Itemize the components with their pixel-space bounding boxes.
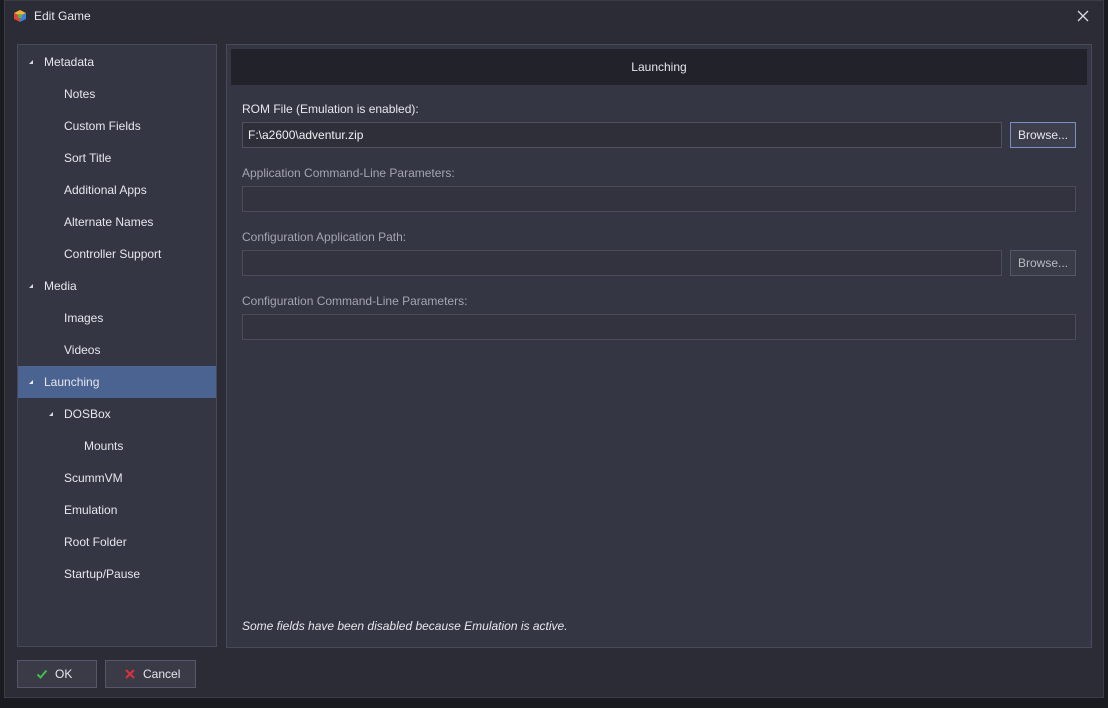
tree-item-label: Mounts — [84, 439, 124, 453]
tree-item-label: Root Folder — [64, 535, 127, 549]
tree-item-label: Custom Fields — [64, 119, 141, 133]
config-params-label: Configuration Command-Line Parameters: — [242, 294, 468, 308]
tree-item-label: Controller Support — [64, 247, 162, 261]
tree-item-notes[interactable]: Notes — [18, 78, 216, 110]
launching-panel: Launching ROM File (Emulation is enabled… — [226, 44, 1092, 648]
tree-item-label: Videos — [64, 343, 101, 357]
config-path-input[interactable] — [242, 250, 1002, 276]
cancel-button[interactable]: Cancel — [105, 660, 196, 688]
tree-item-dosbox[interactable]: DOSBox — [18, 398, 216, 430]
tree-item-label: Metadata — [44, 55, 95, 69]
rom-file-label: ROM File (Emulation is enabled): — [242, 102, 419, 116]
tree-item-label: Emulation — [64, 503, 118, 517]
tree-item-scummvm[interactable]: ScummVM — [18, 462, 216, 494]
expanded-triangle-icon[interactable] — [27, 58, 35, 66]
tree-item-root-folder[interactable]: Root Folder — [18, 526, 216, 558]
tree-item-videos[interactable]: Videos — [18, 334, 216, 366]
tree-item-emulation[interactable]: Emulation — [18, 494, 216, 526]
title-bar: Edit Game — [5, 1, 1103, 33]
config-path-label: Configuration Application Path: — [242, 230, 407, 244]
tree-item-label: Alternate Names — [64, 215, 154, 229]
emulation-note: Some fields have been disabled because E… — [242, 619, 568, 633]
tree-item-media[interactable]: Media — [18, 270, 216, 302]
close-icon — [1077, 10, 1089, 22]
cancel-x-icon — [125, 669, 135, 679]
tree-item-label: Media — [44, 279, 77, 293]
section-tree: Metadata Notes Custom Fields Sort Title … — [17, 44, 217, 647]
config-params-input[interactable] — [242, 314, 1076, 340]
ok-label: OK — [55, 667, 73, 681]
tree-item-label: Sort Title — [64, 151, 112, 165]
cancel-label: Cancel — [143, 667, 181, 681]
expanded-triangle-icon[interactable] — [47, 410, 55, 418]
tree-item-custom-fields[interactable]: Custom Fields — [18, 110, 216, 142]
tree-item-label: Additional Apps — [64, 183, 147, 197]
config-browse-button[interactable]: Browse... — [1010, 250, 1076, 276]
tree-item-additional-apps[interactable]: Additional Apps — [18, 174, 216, 206]
tree-item-metadata[interactable]: Metadata — [18, 46, 216, 78]
rom-file-input[interactable] — [242, 122, 1002, 148]
tree-item-controller-support[interactable]: Controller Support — [18, 238, 216, 270]
tree-item-label: Notes — [64, 87, 96, 101]
tree-item-sort-title[interactable]: Sort Title — [18, 142, 216, 174]
edit-game-dialog: Edit Game Metadata Notes Custom Fields S… — [4, 0, 1104, 698]
tree-item-startup-pause[interactable]: Startup/Pause — [18, 558, 216, 590]
rom-browse-button[interactable]: Browse... — [1010, 122, 1076, 148]
tree-item-alternate-names[interactable]: Alternate Names — [18, 206, 216, 238]
tree-item-images[interactable]: Images — [18, 302, 216, 334]
ok-button[interactable]: OK — [17, 660, 97, 688]
tree-item-label: Images — [64, 311, 104, 325]
tree-item-launching[interactable]: Launching — [18, 366, 216, 398]
window-title: Edit Game — [34, 9, 91, 23]
tree-item-label: Launching — [44, 375, 100, 389]
close-button[interactable] — [1075, 8, 1091, 24]
tree-item-label: Startup/Pause — [64, 567, 141, 581]
app-params-label: Application Command-Line Parameters: — [242, 166, 455, 180]
expanded-triangle-icon[interactable] — [27, 282, 35, 290]
app-params-input[interactable] — [242, 186, 1076, 212]
tree-item-mounts[interactable]: Mounts — [18, 430, 216, 462]
launchbox-cube-icon — [14, 10, 26, 22]
section-header: Launching — [231, 49, 1087, 85]
expanded-triangle-icon[interactable] — [27, 378, 35, 386]
tree-item-label: DOSBox — [64, 407, 111, 421]
checkmark-icon — [36, 669, 48, 679]
tree-item-label: ScummVM — [64, 471, 123, 485]
